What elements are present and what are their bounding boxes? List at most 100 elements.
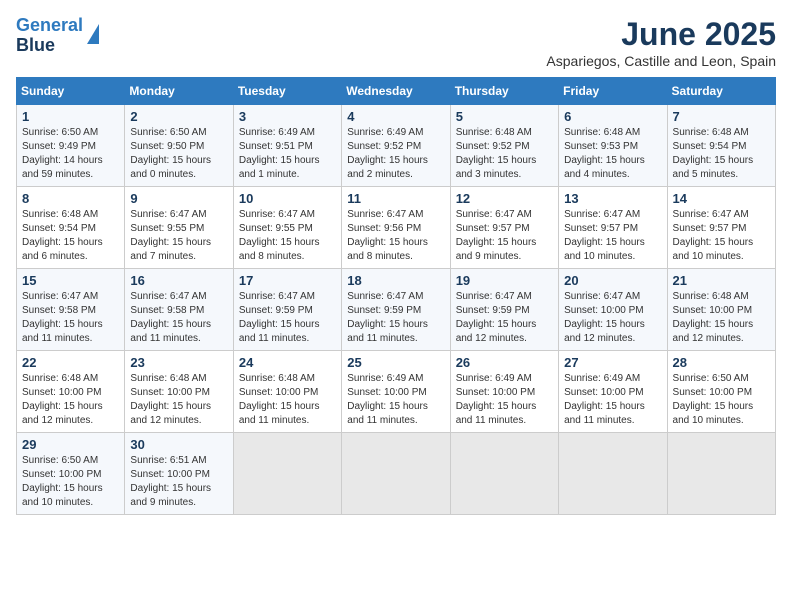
day-number: 13 bbox=[564, 191, 661, 206]
day-cell bbox=[233, 433, 341, 515]
day-detail: Sunrise: 6:50 AMSunset: 10:00 PMDaylight… bbox=[673, 372, 770, 428]
day-detail: Sunrise: 6:47 AMSunset: 9:55 PMDaylight:… bbox=[239, 208, 336, 264]
day-number: 19 bbox=[456, 273, 553, 288]
day-number: 30 bbox=[130, 437, 227, 452]
day-cell: 16 Sunrise: 6:47 AMSunset: 9:58 PMDayligh… bbox=[125, 269, 233, 351]
week-row-2: 8 Sunrise: 6:48 AMSunset: 9:54 PMDaylight… bbox=[17, 187, 776, 269]
day-detail: Sunrise: 6:47 AMSunset: 9:57 PMDaylight:… bbox=[673, 208, 770, 264]
day-detail: Sunrise: 6:47 AMSunset: 9:58 PMDaylight:… bbox=[22, 290, 119, 346]
day-detail: Sunrise: 6:48 AMSunset: 10:00 PMDaylight… bbox=[130, 372, 227, 428]
day-cell bbox=[559, 433, 667, 515]
day-detail: Sunrise: 6:47 AMSunset: 9:59 PMDaylight:… bbox=[239, 290, 336, 346]
col-header-tuesday: Tuesday bbox=[233, 78, 341, 105]
day-cell: 30 Sunrise: 6:51 AMSunset: 10:00 PMDaylig… bbox=[125, 433, 233, 515]
day-number: 4 bbox=[347, 109, 444, 124]
day-number: 17 bbox=[239, 273, 336, 288]
day-detail: Sunrise: 6:49 AMSunset: 10:00 PMDaylight… bbox=[456, 372, 553, 428]
day-cell: 2 Sunrise: 6:50 AMSunset: 9:50 PMDaylight… bbox=[125, 105, 233, 187]
day-number: 15 bbox=[22, 273, 119, 288]
day-detail: Sunrise: 6:47 AMSunset: 10:00 PMDaylight… bbox=[564, 290, 661, 346]
day-cell: 24 Sunrise: 6:48 AMSunset: 10:00 PMDaylig… bbox=[233, 351, 341, 433]
col-header-thursday: Thursday bbox=[450, 78, 558, 105]
day-cell: 3 Sunrise: 6:49 AMSunset: 9:51 PMDaylight… bbox=[233, 105, 341, 187]
day-detail: Sunrise: 6:47 AMSunset: 9:55 PMDaylight:… bbox=[130, 208, 227, 264]
day-cell: 22 Sunrise: 6:48 AMSunset: 10:00 PMDaylig… bbox=[17, 351, 125, 433]
day-number: 8 bbox=[22, 191, 119, 206]
day-number: 10 bbox=[239, 191, 336, 206]
day-number: 9 bbox=[130, 191, 227, 206]
day-number: 28 bbox=[673, 355, 770, 370]
day-number: 22 bbox=[22, 355, 119, 370]
day-cell: 27Sunrise: 6:49 AMSunset: 10:00 PMDaylig… bbox=[559, 351, 667, 433]
day-number: 21 bbox=[673, 273, 770, 288]
day-cell: 11 Sunrise: 6:47 AMSunset: 9:56 PMDayligh… bbox=[342, 187, 450, 269]
day-number: 3 bbox=[239, 109, 336, 124]
day-detail: Sunrise: 6:51 AMSunset: 10:00 PMDaylight… bbox=[130, 454, 227, 510]
day-cell bbox=[342, 433, 450, 515]
day-cell: 1 Sunrise: 6:50 AMSunset: 9:49 PMDaylight… bbox=[17, 105, 125, 187]
location: Aspariegos, Castille and Leon, Spain bbox=[546, 53, 776, 69]
day-number: 1 bbox=[22, 109, 119, 124]
day-detail: Sunrise: 6:50 AMSunset: 10:00 PMDaylight… bbox=[22, 454, 119, 510]
day-cell bbox=[667, 433, 775, 515]
day-cell: 29 Sunrise: 6:50 AMSunset: 10:00 PMDaylig… bbox=[17, 433, 125, 515]
day-number: 23 bbox=[130, 355, 227, 370]
week-row-4: 22 Sunrise: 6:48 AMSunset: 10:00 PMDaylig… bbox=[17, 351, 776, 433]
day-number: 20 bbox=[564, 273, 661, 288]
day-cell: 13 Sunrise: 6:47 AMSunset: 9:57 PMDayligh… bbox=[559, 187, 667, 269]
day-detail: Sunrise: 6:48 AMSunset: 10:00 PMDaylight… bbox=[673, 290, 770, 346]
day-detail: Sunrise: 6:47 AMSunset: 9:59 PMDaylight:… bbox=[347, 290, 444, 346]
day-number: 14 bbox=[673, 191, 770, 206]
day-detail: Sunrise: 6:48 AMSunset: 9:54 PMDaylight:… bbox=[22, 208, 119, 264]
title-block: June 2025 Aspariegos, Castille and Leon,… bbox=[546, 16, 776, 69]
col-header-sunday: Sunday bbox=[17, 78, 125, 105]
day-number: 7 bbox=[673, 109, 770, 124]
col-header-monday: Monday bbox=[125, 78, 233, 105]
day-detail: Sunrise: 6:50 AMSunset: 9:50 PMDaylight:… bbox=[130, 126, 227, 182]
day-number: 26 bbox=[456, 355, 553, 370]
day-detail: Sunrise: 6:49 AMSunset: 9:52 PMDaylight:… bbox=[347, 126, 444, 182]
day-number: 24 bbox=[239, 355, 336, 370]
day-detail: Sunrise: 6:48 AMSunset: 9:52 PMDaylight:… bbox=[456, 126, 553, 182]
day-cell: 26 Sunrise: 6:49 AMSunset: 10:00 PMDaylig… bbox=[450, 351, 558, 433]
day-detail: Sunrise: 6:49 AMSunset: 9:51 PMDaylight:… bbox=[239, 126, 336, 182]
day-cell bbox=[450, 433, 558, 515]
logo-text: GeneralBlue bbox=[16, 16, 83, 56]
day-detail: Sunrise: 6:49 AMSunset: 10:00 PMDaylight… bbox=[564, 372, 661, 428]
day-cell: 17 Sunrise: 6:47 AMSunset: 9:59 PMDayligh… bbox=[233, 269, 341, 351]
day-detail: Sunrise: 6:47 AMSunset: 9:56 PMDaylight:… bbox=[347, 208, 444, 264]
week-row-1: 1 Sunrise: 6:50 AMSunset: 9:49 PMDaylight… bbox=[17, 105, 776, 187]
day-number: 11 bbox=[347, 191, 444, 206]
day-number: 12 bbox=[456, 191, 553, 206]
day-number: 25 bbox=[347, 355, 444, 370]
day-cell: 23 Sunrise: 6:48 AMSunset: 10:00 PMDaylig… bbox=[125, 351, 233, 433]
day-number: 29 bbox=[22, 437, 119, 452]
day-detail: Sunrise: 6:48 AMSunset: 10:00 PMDaylight… bbox=[239, 372, 336, 428]
day-detail: Sunrise: 6:48 AMSunset: 10:00 PMDaylight… bbox=[22, 372, 119, 428]
day-cell: 21 Sunrise: 6:48 AMSunset: 10:00 PMDaylig… bbox=[667, 269, 775, 351]
day-detail: Sunrise: 6:50 AMSunset: 9:49 PMDaylight:… bbox=[22, 126, 119, 182]
day-cell: 25 Sunrise: 6:49 AMSunset: 10:00 PMDaylig… bbox=[342, 351, 450, 433]
day-detail: Sunrise: 6:47 AMSunset: 9:59 PMDaylight:… bbox=[456, 290, 553, 346]
day-cell: 9 Sunrise: 6:47 AMSunset: 9:55 PMDaylight… bbox=[125, 187, 233, 269]
month-title: June 2025 bbox=[546, 16, 776, 53]
day-detail: Sunrise: 6:48 AMSunset: 9:53 PMDaylight:… bbox=[564, 126, 661, 182]
day-number: 16 bbox=[130, 273, 227, 288]
logo: GeneralBlue bbox=[16, 16, 99, 56]
day-cell: 18Sunrise: 6:47 AMSunset: 9:59 PMDayligh… bbox=[342, 269, 450, 351]
day-cell: 15 Sunrise: 6:47 AMSunset: 9:58 PMDayligh… bbox=[17, 269, 125, 351]
day-detail: Sunrise: 6:47 AMSunset: 9:57 PMDaylight:… bbox=[564, 208, 661, 264]
col-header-friday: Friday bbox=[559, 78, 667, 105]
col-header-wednesday: Wednesday bbox=[342, 78, 450, 105]
day-cell: 7Sunrise: 6:48 AMSunset: 9:54 PMDaylight… bbox=[667, 105, 775, 187]
day-cell: 28 Sunrise: 6:50 AMSunset: 10:00 PMDaylig… bbox=[667, 351, 775, 433]
day-detail: Sunrise: 6:47 AMSunset: 9:57 PMDaylight:… bbox=[456, 208, 553, 264]
day-cell: 10 Sunrise: 6:47 AMSunset: 9:55 PMDayligh… bbox=[233, 187, 341, 269]
day-detail: Sunrise: 6:49 AMSunset: 10:00 PMDaylight… bbox=[347, 372, 444, 428]
week-row-5: 29 Sunrise: 6:50 AMSunset: 10:00 PMDaylig… bbox=[17, 433, 776, 515]
day-cell: 8 Sunrise: 6:48 AMSunset: 9:54 PMDaylight… bbox=[17, 187, 125, 269]
header-row: SundayMondayTuesdayWednesdayThursdayFrid… bbox=[17, 78, 776, 105]
day-detail: Sunrise: 6:47 AMSunset: 9:58 PMDaylight:… bbox=[130, 290, 227, 346]
day-cell: 12 Sunrise: 6:47 AMSunset: 9:57 PMDayligh… bbox=[450, 187, 558, 269]
day-number: 2 bbox=[130, 109, 227, 124]
